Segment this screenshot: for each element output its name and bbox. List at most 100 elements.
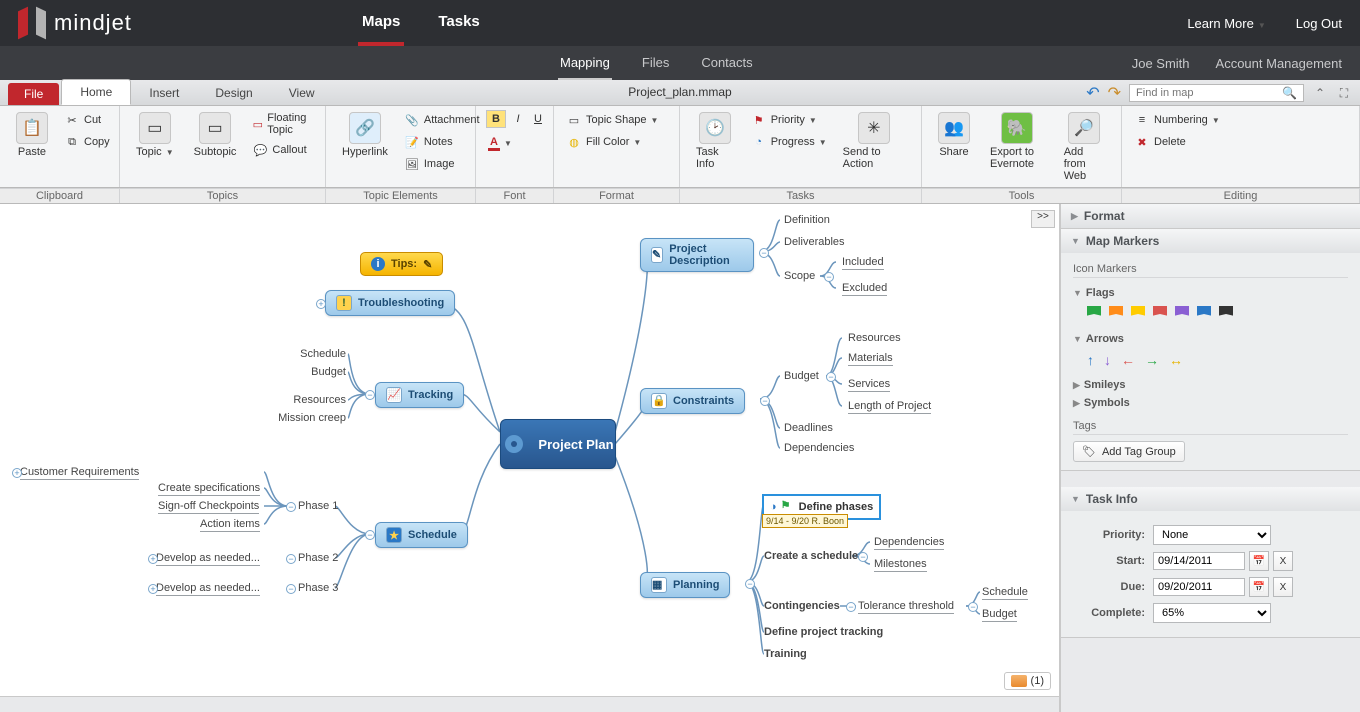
toggle-p2i[interactable]: +: [148, 554, 158, 564]
p1-item-2[interactable]: Sign-off Checkpoints: [158, 500, 259, 514]
node-tips[interactable]: i Tips: ✎: [360, 252, 443, 276]
task-info-button[interactable]: 🕑Task Info: [690, 110, 741, 172]
node-schedule[interactable]: ★ Schedule: [375, 522, 468, 548]
arrows-group[interactable]: ▼Arrows: [1073, 330, 1348, 348]
italic-button[interactable]: I: [510, 110, 526, 128]
add-tag-group-button[interactable]: 🏷Add Tag Group: [1073, 441, 1185, 462]
smileys-group[interactable]: ▶Smileys: [1073, 376, 1348, 394]
tracking-child-resources[interactable]: Resources: [290, 394, 346, 406]
toggle-description[interactable]: −: [759, 248, 769, 258]
toggle-schedule[interactable]: −: [365, 530, 375, 540]
node-constraints[interactable]: 🔒 Constraints: [640, 388, 745, 414]
desc-def[interactable]: Definition: [784, 214, 830, 226]
priority-button[interactable]: ⚑Priority▼: [749, 110, 829, 130]
cont-tt[interactable]: Tolerance threshold: [858, 600, 954, 614]
symbols-group[interactable]: ▶Symbols: [1073, 394, 1348, 412]
copy-button[interactable]: ⧉Copy: [62, 132, 112, 152]
cut-button[interactable]: ✂Cut: [62, 110, 112, 130]
notes-button[interactable]: 📝Notes: [402, 132, 482, 152]
flag-marker-2[interactable]: [1131, 306, 1145, 322]
start-input[interactable]: [1153, 552, 1245, 570]
add-from-web-button[interactable]: 🔎Add from Web: [1058, 110, 1111, 184]
flag-marker-5[interactable]: [1197, 306, 1211, 322]
con-depend[interactable]: Dependencies: [784, 442, 854, 454]
phase1-label[interactable]: Phase 1: [298, 500, 338, 512]
topic-shape-button[interactable]: ▭Topic Shape▼: [564, 110, 660, 130]
due-clear-button[interactable]: X: [1273, 577, 1293, 597]
toggle-p3i[interactable]: +: [148, 584, 158, 594]
redo-button[interactable]: ↷: [1108, 83, 1121, 103]
tab-insert[interactable]: Insert: [131, 81, 197, 105]
subnav-contacts[interactable]: Contacts: [699, 47, 754, 80]
flags-group[interactable]: ▼Flags: [1073, 284, 1348, 302]
bud-len[interactable]: Length of Project: [848, 400, 931, 414]
bud-serv[interactable]: Services: [848, 378, 890, 392]
users-indicator[interactable]: (1): [1004, 672, 1051, 690]
subnav-mapping[interactable]: Mapping: [558, 47, 612, 80]
edit-tip-icon[interactable]: ✎: [423, 258, 432, 271]
toggle-budget[interactable]: −: [826, 372, 836, 382]
phase2-label[interactable]: Phase 2: [298, 552, 338, 564]
toggle-constraints[interactable]: −: [760, 396, 770, 406]
plan-training[interactable]: Training: [764, 648, 807, 660]
con-budget[interactable]: Budget: [784, 370, 819, 382]
flag-marker-0[interactable]: [1087, 306, 1101, 322]
search-input[interactable]: [1136, 87, 1276, 99]
tt-sched[interactable]: Schedule: [982, 586, 1028, 600]
fill-color-button[interactable]: ◍Fill Color▼: [564, 132, 660, 152]
user-name[interactable]: Joe Smith: [1132, 56, 1190, 71]
cs-mile[interactable]: Milestones: [874, 558, 927, 572]
flag-marker-4[interactable]: [1175, 306, 1189, 322]
tab-home[interactable]: Home: [61, 79, 131, 105]
flag-marker-1[interactable]: [1109, 306, 1123, 322]
panel-header-taskinfo[interactable]: ▼Task Info: [1061, 487, 1360, 511]
bud-res[interactable]: Resources: [848, 332, 901, 344]
p2-item[interactable]: Develop as needed...: [156, 552, 260, 566]
account-management-link[interactable]: Account Management: [1216, 56, 1342, 71]
bud-mat[interactable]: Materials: [848, 352, 893, 366]
due-input[interactable]: [1153, 578, 1245, 596]
toggle-cont[interactable]: −: [846, 602, 856, 612]
con-deadlines[interactable]: Deadlines: [784, 422, 833, 434]
numbering-button[interactable]: ≡Numbering▼: [1132, 110, 1222, 130]
progress-button[interactable]: ◔Progress▼: [749, 132, 829, 152]
toggle-tracking[interactable]: −: [365, 390, 375, 400]
p1-item-3[interactable]: Action items: [200, 518, 260, 532]
send-to-action-button[interactable]: ✳Send to Action: [837, 110, 911, 172]
toggle-cs[interactable]: −: [858, 552, 868, 562]
share-button[interactable]: 👥Share: [932, 110, 976, 160]
due-calendar-button[interactable]: 📅: [1249, 577, 1269, 597]
complete-select[interactable]: 65%: [1153, 603, 1271, 623]
topic-button[interactable]: ▭Topic▼: [130, 110, 180, 160]
p1-item-0[interactable]: Customer Requirements: [20, 466, 139, 480]
toggle-phase3[interactable]: −: [286, 584, 296, 594]
tracking-child-budget[interactable]: Budget: [306, 366, 346, 378]
node-description[interactable]: ✎ Project Description: [640, 238, 754, 272]
callout-button[interactable]: 💬Callout: [250, 140, 315, 160]
toggle-scope[interactable]: −: [824, 272, 834, 282]
plan-createschedule[interactable]: Create a schedule: [764, 550, 858, 562]
phase3-label[interactable]: Phase 3: [298, 582, 338, 594]
nav-tasks[interactable]: Tasks: [434, 1, 483, 46]
p3-item[interactable]: Develop as needed...: [156, 582, 260, 596]
collapse-ribbon-button[interactable]: ⌃: [1312, 85, 1328, 101]
desc-deliv[interactable]: Deliverables: [784, 236, 845, 248]
p1-item-1[interactable]: Create specifications: [158, 482, 260, 496]
file-tab[interactable]: File: [8, 83, 59, 105]
horizontal-scrollbar[interactable]: [0, 696, 1059, 712]
node-tracking[interactable]: 📈 Tracking: [375, 382, 464, 408]
arrow-marker-2[interactable]: ←: [1121, 352, 1135, 368]
delete-button[interactable]: ✖Delete: [1132, 132, 1222, 152]
undo-button[interactable]: ↶: [1086, 83, 1099, 103]
subtopic-button[interactable]: ▭Subtopic: [188, 110, 243, 160]
paste-button[interactable]: 📋 Paste: [10, 110, 54, 160]
tab-view[interactable]: View: [271, 81, 333, 105]
collapse-sidebar-button[interactable]: >>: [1031, 210, 1055, 228]
cs-dep[interactable]: Dependencies: [874, 536, 944, 550]
plan-tracking[interactable]: Define project tracking: [764, 626, 883, 638]
search-icon[interactable]: 🔍: [1282, 86, 1297, 100]
node-planning[interactable]: ▦ Planning: [640, 572, 730, 598]
search-field[interactable]: 🔍: [1129, 84, 1304, 102]
arrow-marker-3[interactable]: →: [1145, 352, 1159, 368]
subnav-files[interactable]: Files: [640, 47, 671, 80]
